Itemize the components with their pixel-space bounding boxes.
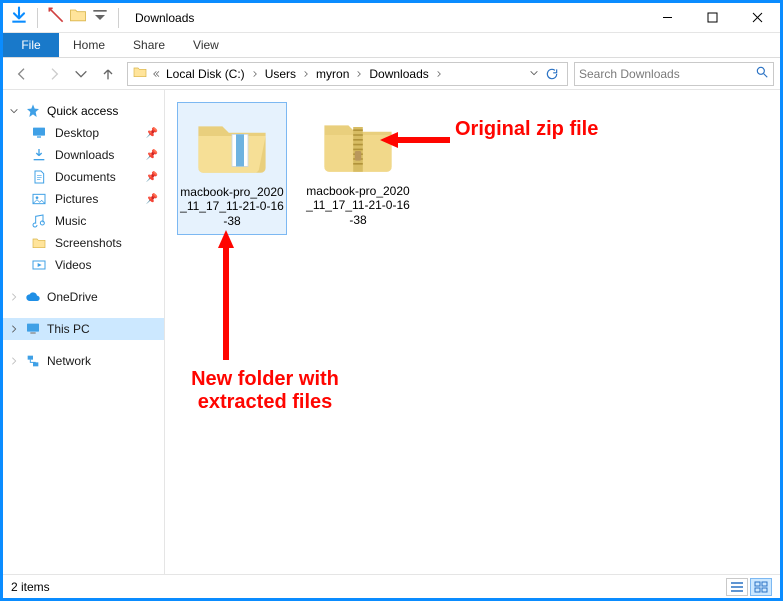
folder-icon	[68, 5, 88, 30]
large-icons-view-button[interactable]	[750, 578, 772, 596]
nav-label: OneDrive	[47, 290, 98, 304]
search-icon	[755, 65, 769, 82]
nav-item-pictures[interactable]: Pictures 📌	[3, 188, 164, 210]
nav-item-downloads[interactable]: Downloads 📌	[3, 144, 164, 166]
pc-icon	[25, 321, 41, 337]
search-box[interactable]: Search Downloads	[574, 62, 774, 86]
nav-item-label: Documents	[55, 170, 116, 184]
maximize-button[interactable]	[690, 3, 735, 33]
file-label: macbook-pro_2020_11_17_11-21-0-16-38	[305, 184, 411, 227]
tab-home[interactable]: Home	[59, 33, 119, 57]
breadcrumb-segment[interactable]: Downloads	[367, 67, 430, 81]
nav-item-desktop[interactable]: Desktop 📌	[3, 122, 164, 144]
file-tab[interactable]: File	[3, 33, 59, 57]
network-icon	[25, 353, 41, 369]
minimize-button[interactable]	[645, 3, 690, 33]
refresh-button[interactable]	[541, 63, 563, 85]
nav-item-label: Screenshots	[55, 236, 122, 250]
nav-item-label: Music	[55, 214, 86, 228]
videos-icon	[31, 257, 47, 273]
qat-dropdown-icon[interactable]	[90, 5, 110, 30]
details-view-button[interactable]	[726, 578, 748, 596]
close-button[interactable]	[735, 3, 780, 33]
recent-locations-button[interactable]	[73, 61, 89, 87]
nav-label: This PC	[47, 322, 90, 336]
cloud-icon	[25, 289, 41, 305]
chevron-right-icon	[9, 324, 19, 334]
nav-item-label: Videos	[55, 258, 91, 272]
forward-button[interactable]	[41, 61, 67, 87]
chevron-right-icon[interactable]	[435, 67, 443, 81]
nav-label: Network	[47, 354, 91, 368]
nav-item-videos[interactable]: Videos	[3, 254, 164, 276]
window-controls	[645, 3, 780, 33]
address-bar-row: Local Disk (C:) Users myron Downloads Se…	[3, 58, 780, 90]
music-icon	[31, 213, 47, 229]
up-button[interactable]	[95, 61, 121, 87]
folder-icon	[132, 64, 148, 83]
qat-undo-icon[interactable]	[46, 5, 66, 30]
nav-network[interactable]: Network	[3, 350, 164, 372]
window-title: Downloads	[135, 11, 194, 25]
file-item-folder[interactable]: macbook-pro_2020_11_17_11-21-0-16-38	[177, 102, 287, 235]
pictures-icon	[31, 191, 47, 207]
documents-icon	[31, 169, 47, 185]
nav-quick-access[interactable]: Quick access	[3, 100, 164, 122]
navigation-pane[interactable]: Quick access Desktop 📌 Downloads 📌 Documen…	[3, 90, 165, 574]
nav-item-label: Desktop	[55, 126, 99, 140]
annotation-text: Original zip file	[455, 118, 598, 141]
pin-icon: 📌	[146, 128, 158, 139]
file-item-zip[interactable]: macbook-pro_2020_11_17_11-21-0-16-38	[303, 102, 413, 233]
chevron-left-double-icon[interactable]	[152, 67, 160, 81]
nav-this-pc[interactable]: This PC	[3, 318, 164, 340]
nav-item-label: Pictures	[55, 192, 98, 206]
folder-icon	[31, 235, 47, 251]
nav-onedrive[interactable]: OneDrive	[3, 286, 164, 308]
status-bar: 2 items	[3, 574, 780, 598]
separator	[37, 8, 38, 28]
file-label: macbook-pro_2020_11_17_11-21-0-16-38	[180, 185, 284, 228]
pin-icon: 📌	[146, 150, 158, 161]
back-button[interactable]	[9, 61, 35, 87]
annotation-arrow-icon	[216, 230, 236, 360]
downloads-icon	[31, 147, 47, 163]
nav-label: Quick access	[47, 104, 118, 118]
title-bar: Downloads	[3, 3, 780, 33]
nav-item-screenshots[interactable]: Screenshots	[3, 232, 164, 254]
chevron-right-icon	[9, 292, 19, 302]
tab-share[interactable]: Share	[119, 33, 179, 57]
chevron-right-icon[interactable]	[302, 67, 310, 81]
annotation-text: New folder with extracted files	[155, 368, 375, 414]
separator	[118, 8, 119, 28]
breadcrumb-segment[interactable]: myron	[314, 67, 351, 81]
chevron-down-icon	[9, 106, 19, 116]
quick-access-toolbar	[3, 5, 125, 30]
item-count: 2 items	[11, 580, 50, 594]
nav-item-documents[interactable]: Documents 📌	[3, 166, 164, 188]
folder-open-icon	[192, 109, 272, 179]
address-bar[interactable]: Local Disk (C:) Users myron Downloads	[127, 62, 568, 86]
tab-view[interactable]: View	[179, 33, 233, 57]
chevron-right-icon[interactable]	[355, 67, 363, 81]
chevron-right-icon	[9, 356, 19, 366]
pin-icon: 📌	[146, 194, 158, 205]
chevron-right-icon[interactable]	[251, 67, 259, 81]
zip-folder-icon	[318, 108, 398, 178]
breadcrumb-segment[interactable]: Users	[263, 67, 298, 81]
search-placeholder: Search Downloads	[579, 67, 680, 81]
star-icon	[25, 103, 41, 119]
ribbon-tabs: File Home Share View	[3, 33, 780, 58]
desktop-icon	[31, 125, 47, 141]
pin-icon: 📌	[146, 172, 158, 183]
nav-item-music[interactable]: Music	[3, 210, 164, 232]
file-view[interactable]: macbook-pro_2020_11_17_11-21-0-16-38 mac…	[165, 90, 780, 574]
breadcrumb-segment[interactable]: Local Disk (C:)	[164, 67, 247, 81]
nav-item-label: Downloads	[55, 148, 114, 162]
app-icon	[9, 5, 29, 30]
address-dropdown-button[interactable]	[529, 67, 539, 81]
